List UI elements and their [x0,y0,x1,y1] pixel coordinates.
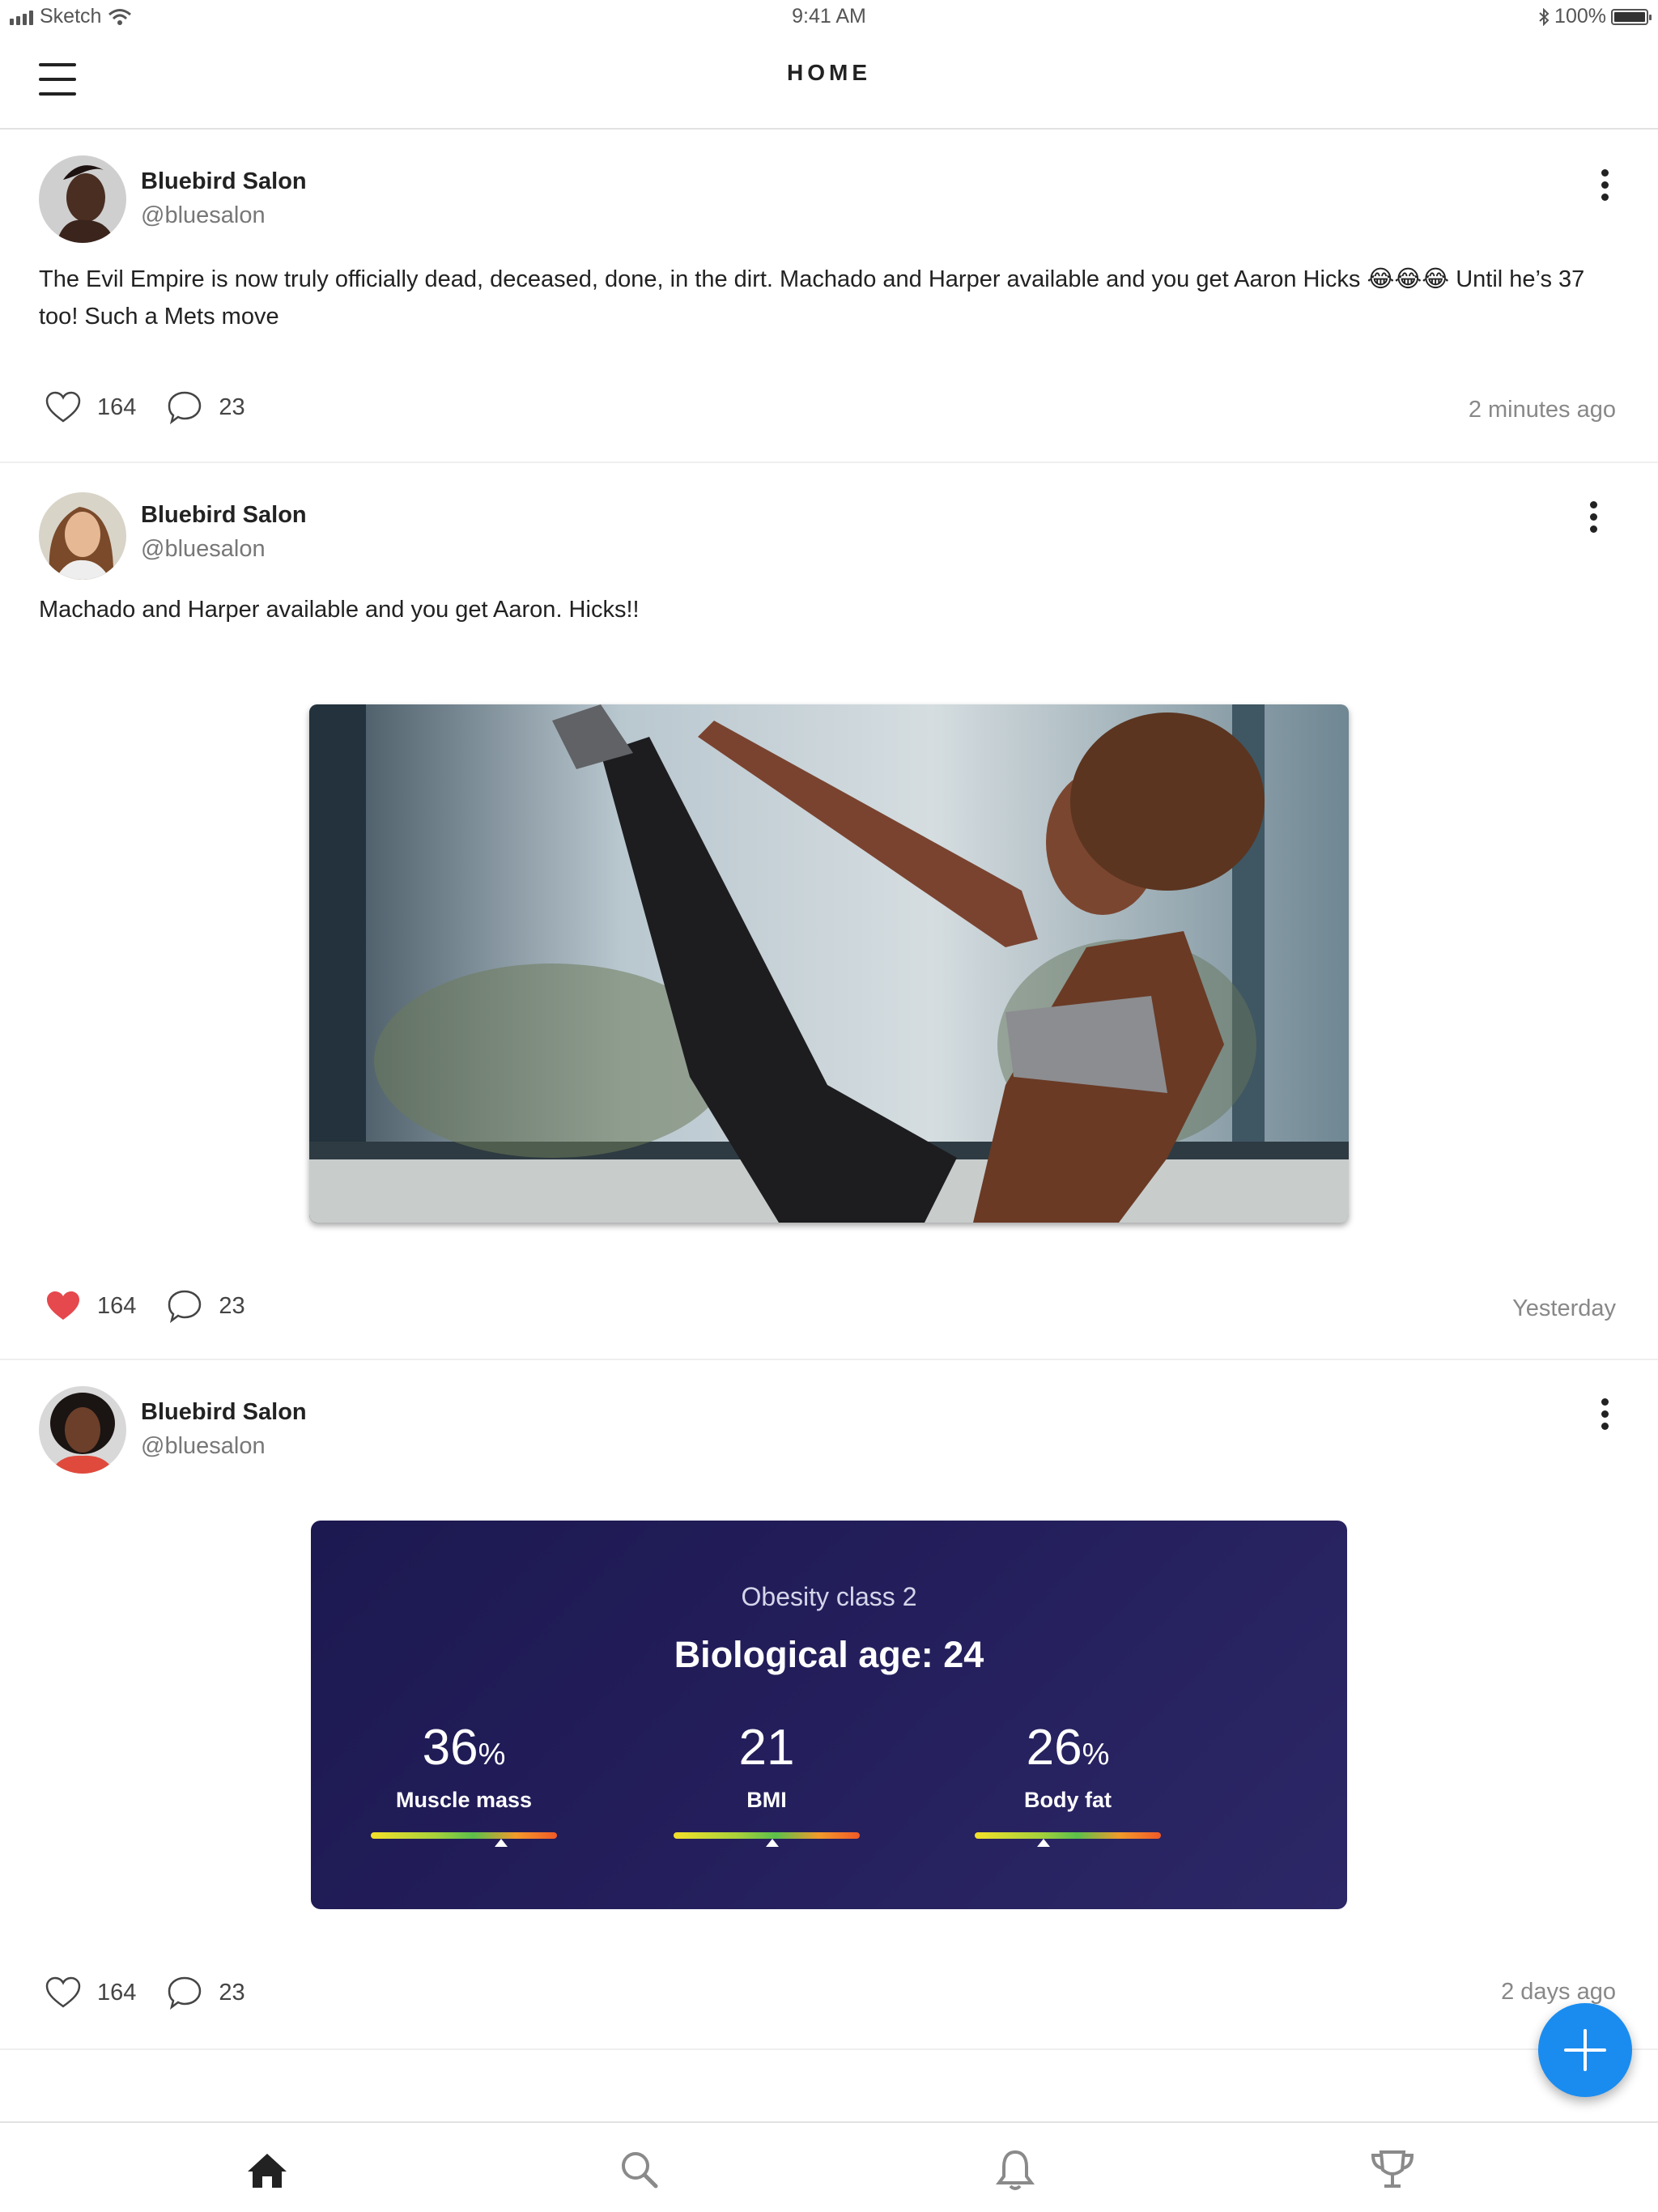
metric-bmi: 21 BMI [670,1720,864,1847]
metric-unit: % [1082,1738,1110,1772]
metric-label: Body fat [1024,1788,1112,1812]
more-options-icon[interactable] [1588,160,1621,209]
metric-unit: % [478,1738,506,1772]
user-handle: @bluesalon [141,536,266,562]
metric-value: 21 [738,1720,795,1776]
user-handle: @bluesalon [141,202,266,228]
like-count: 164 [97,1979,137,2006]
comment-button[interactable]: 23 [167,1289,245,1323]
comment-count: 23 [219,1979,245,2006]
metric-gauge [975,1832,1161,1847]
bluetooth-icon [1539,7,1550,26]
avatar[interactable] [39,155,126,243]
post-actions: 164 23 [45,1289,276,1323]
avatar[interactable] [39,1386,126,1474]
trophy-icon[interactable] [1367,2144,1418,2196]
biological-age-label: Biological age: 24 [674,1634,984,1675]
like-count: 164 [97,393,137,420]
metric-value: 26 [1026,1720,1082,1776]
post-image[interactable] [309,704,1349,1223]
metric-gauge [371,1832,557,1847]
post-timestamp: 2 minutes ago [1468,397,1616,423]
bell-icon[interactable] [989,2144,1041,2196]
search-icon[interactable] [614,2144,665,2196]
bottom-tab-bar [0,2121,1658,2212]
gauge-indicator [495,1839,508,1847]
heart-filled-icon [47,1291,79,1320]
obesity-class-label: Obesity class 2 [741,1582,917,1611]
gauge-indicator [1037,1839,1051,1847]
post-text: The Evil Empire is now truly officially … [39,266,1585,330]
post-timestamp: Yesterday [1512,1295,1616,1321]
like-button[interactable]: 164 [45,1290,136,1322]
top-nav-bar: HOME [0,36,1658,130]
metric-label: Muscle mass [395,1788,533,1812]
username[interactable]: Bluebird Salon [141,502,307,529]
comment-icon [168,1290,202,1323]
comment-icon [168,1976,202,2010]
battery-icon [1611,8,1652,25]
comment-icon [168,391,202,424]
metric-body-fat: 26% Body fat [971,1720,1165,1847]
more-options-icon[interactable] [1588,1389,1621,1438]
battery-percent: 100% [1554,5,1606,28]
page-title: HOME [787,60,871,85]
avatar[interactable] [39,492,126,580]
metric-muscle-mass: 36% Muscle mass [367,1720,561,1847]
post-timestamp: 2 days ago [1501,1979,1616,2005]
gauge-indicator [765,1839,779,1847]
heart-outline-icon [45,1976,81,2008]
comment-button[interactable]: 23 [167,1976,245,2010]
like-button[interactable]: 164 [45,391,136,423]
username[interactable]: Bluebird Salon [141,1399,307,1426]
new-post-button[interactable] [1538,2003,1632,2097]
more-options-icon[interactable] [1577,492,1609,541]
comment-button[interactable]: 23 [167,390,245,424]
post-actions: 164 23 [45,390,276,424]
status-bar: Sketch 9:41 AM 100% [0,0,1658,36]
status-time: 9:41 AM [792,5,866,28]
like-button[interactable]: 164 [45,1976,136,2009]
like-count: 164 [97,1292,137,1319]
metric-value: 36 [422,1720,478,1776]
comment-count: 23 [219,393,245,420]
metric-label: BMI [746,1788,787,1812]
post-text: Machado and Harper available and you get… [39,597,640,623]
username[interactable]: Bluebird Salon [141,168,307,195]
home-icon[interactable] [241,2144,293,2196]
post-actions: 164 23 [45,1976,276,2010]
health-stats-card[interactable]: Obesity class 2 Biological age: 24 36% M… [311,1521,1347,1909]
metric-gauge [674,1832,860,1847]
comment-count: 23 [219,1292,245,1319]
heart-outline-icon [45,391,81,423]
user-handle: @bluesalon [141,1433,266,1459]
post-card: Bluebird Salon @bluesalon The Evil Empir… [0,131,1658,463]
